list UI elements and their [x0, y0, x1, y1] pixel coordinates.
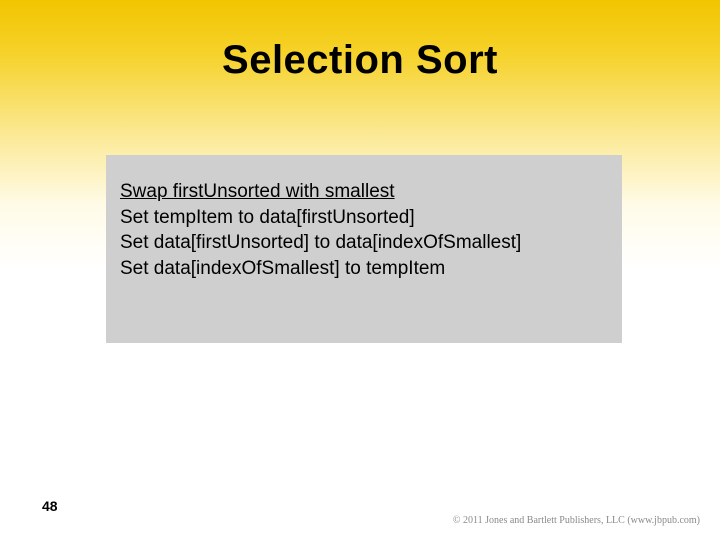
- pseudocode-line: Set data[firstUnsorted] to data[indexOfS…: [120, 230, 606, 256]
- slide: Selection Sort Swap firstUnsorted with s…: [0, 0, 720, 540]
- page-number: 48: [42, 498, 58, 514]
- pseudocode-line: Set data[indexOfSmallest] to tempItem: [120, 256, 606, 282]
- pseudocode-line: Set tempItem to data[firstUnsorted]: [120, 205, 606, 231]
- pseudocode-heading: Swap firstUnsorted with smallest: [120, 179, 606, 205]
- copyright-text: © 2011 Jones and Bartlett Publishers, LL…: [453, 515, 700, 526]
- pseudocode-box: Swap firstUnsorted with smallest Set tem…: [106, 155, 622, 343]
- slide-title: Selection Sort: [0, 38, 720, 83]
